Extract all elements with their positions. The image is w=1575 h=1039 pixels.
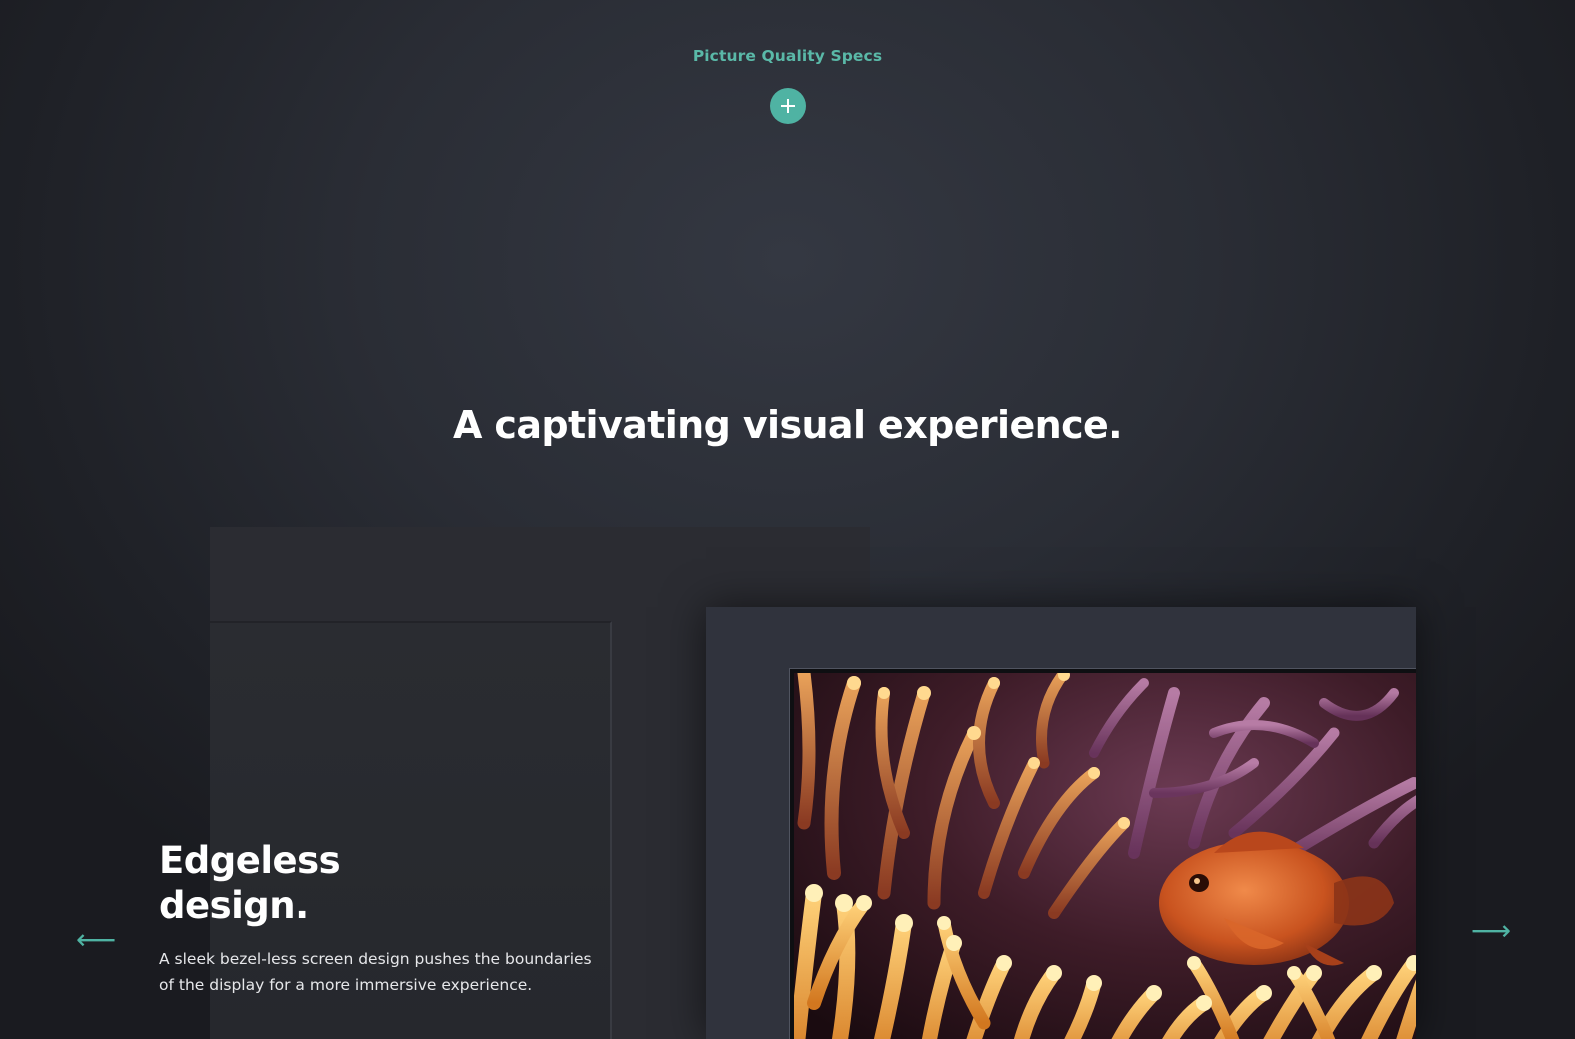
slide-title-line-2: design. [159,884,309,927]
arrow-left-icon: ⟵ [76,923,117,956]
specs-expand-button[interactable] [770,88,806,124]
tv-screen-image [794,673,1416,1039]
slide-description: A sleek bezel-less screen design pushes … [159,950,592,994]
carousel-active-slide [706,607,1416,1039]
carousel-prev-button[interactable]: ⟵ [76,926,116,954]
slide-title: Edgeless design. [159,838,459,928]
slide-title-line-1: Edgeless [159,839,341,882]
tv-display [789,668,1416,1039]
clownfish-anemone-image [794,673,1416,1039]
picture-quality-specs-link[interactable]: Picture Quality Specs [0,47,1575,65]
plus-icon [781,99,795,113]
carousel-next-button[interactable]: ⟶ [1471,917,1511,945]
section-headline: A captivating visual experience. [452,403,1123,447]
arrow-right-icon: ⟶ [1471,914,1512,947]
